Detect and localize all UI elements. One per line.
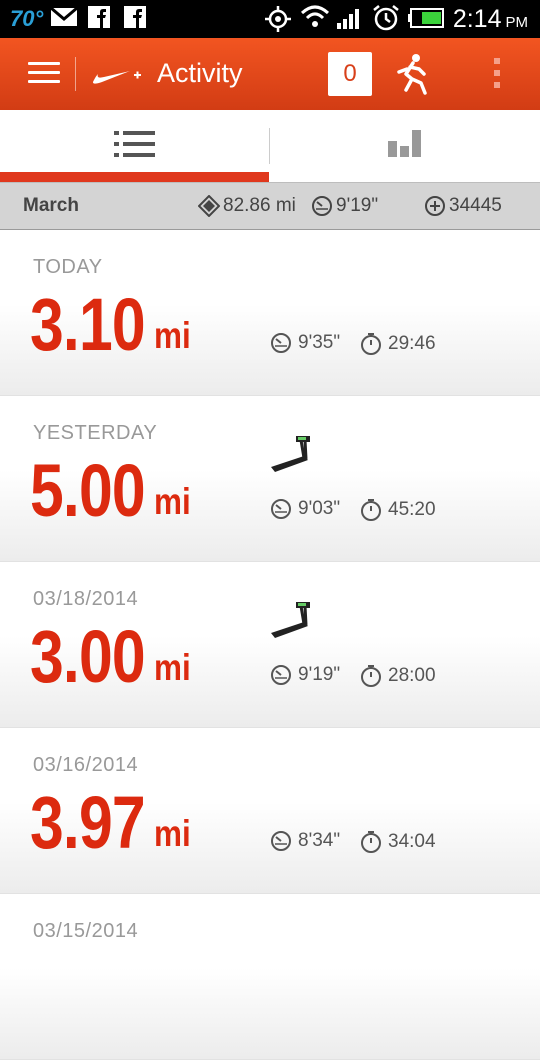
pace-icon	[312, 196, 332, 216]
list-item[interactable]: 03/16/2014 3.97 mi 8'34" 34:04	[0, 728, 540, 894]
bar-chart-icon	[388, 128, 422, 163]
treadmill-icon	[268, 600, 314, 647]
run-duration: 29:46	[360, 332, 436, 356]
run-date: TODAY	[33, 256, 103, 278]
stopwatch-icon	[361, 665, 381, 687]
run-pace: 9'19"	[270, 664, 340, 686]
status-bar: 70° 2:14 PM	[0, 0, 540, 38]
run-date: 03/16/2014	[33, 754, 139, 776]
overflow-menu-icon[interactable]	[494, 58, 502, 94]
run-pace: 9'35"	[270, 332, 340, 354]
app-bar-divider	[75, 57, 76, 91]
run-date: 03/18/2014	[33, 588, 139, 610]
run-date: 03/15/2014	[33, 920, 139, 942]
stopwatch-icon	[361, 499, 381, 521]
pace-icon	[271, 499, 291, 519]
distance-icon	[198, 195, 220, 217]
month-summary: March 82.86 mi 9'19" 34445	[0, 182, 540, 231]
pace-icon	[271, 665, 291, 685]
runner-icon[interactable]	[392, 52, 434, 101]
tab-chart[interactable]	[270, 110, 540, 184]
facebook-icon	[88, 6, 110, 33]
run-distance: 3.00 mi	[30, 615, 191, 698]
facebook-icon	[124, 6, 146, 33]
battery-icon	[408, 8, 444, 33]
stopwatch-icon	[361, 333, 381, 355]
nikefuel-total: 34445	[424, 195, 502, 217]
run-duration: 28:00	[360, 664, 436, 688]
average-pace: 9'19"	[311, 195, 378, 217]
run-distance: 3.10 mi	[30, 283, 191, 366]
run-duration: 45:20	[360, 498, 436, 522]
gps-icon	[264, 5, 292, 38]
notification-count-button[interactable]: 0	[328, 52, 372, 96]
page-title: Activity	[157, 58, 243, 88]
list-item[interactable]: YESTERDAY 5.00 mi 9'03" 45:20	[0, 396, 540, 562]
nike-plus-logo	[92, 64, 142, 91]
run-duration: 34:04	[360, 830, 436, 854]
stopwatch-icon	[361, 831, 381, 853]
temperature: 70°	[10, 6, 44, 31]
list-item[interactable]: TODAY 3.10 mi 9'35" 29:46	[0, 230, 540, 396]
list-item[interactable]: 03/15/2014	[0, 894, 540, 1060]
selected-tab-indicator	[0, 172, 269, 182]
total-distance: 82.86 mi	[198, 195, 296, 217]
pace-icon	[271, 831, 291, 851]
menu-icon[interactable]	[28, 62, 60, 84]
list-icon	[114, 130, 156, 163]
view-tabs	[0, 110, 540, 184]
run-distance: 5.00 mi	[30, 449, 191, 532]
alarm-icon	[371, 4, 401, 37]
run-distance: 3.97 mi	[30, 781, 191, 864]
pace-icon	[271, 333, 291, 353]
run-pace: 8'34"	[270, 830, 340, 852]
signal-icon	[335, 5, 365, 36]
month-label: March	[23, 195, 79, 216]
treadmill-icon	[268, 434, 314, 481]
nikefuel-icon	[425, 196, 445, 216]
run-list: TODAY 3.10 mi 9'35" 29:46 YESTERDAY 5.00 m…	[0, 230, 540, 1060]
run-date: YESTERDAY	[33, 422, 158, 444]
list-item[interactable]: 03/18/2014 3.00 mi 9'19" 28:00	[0, 562, 540, 728]
clock: 2:14 PM	[452, 5, 528, 33]
app-bar: Activity 0	[0, 38, 540, 110]
gmail-icon	[50, 6, 78, 33]
wifi-icon	[300, 4, 330, 35]
run-pace: 9'03"	[270, 498, 340, 520]
